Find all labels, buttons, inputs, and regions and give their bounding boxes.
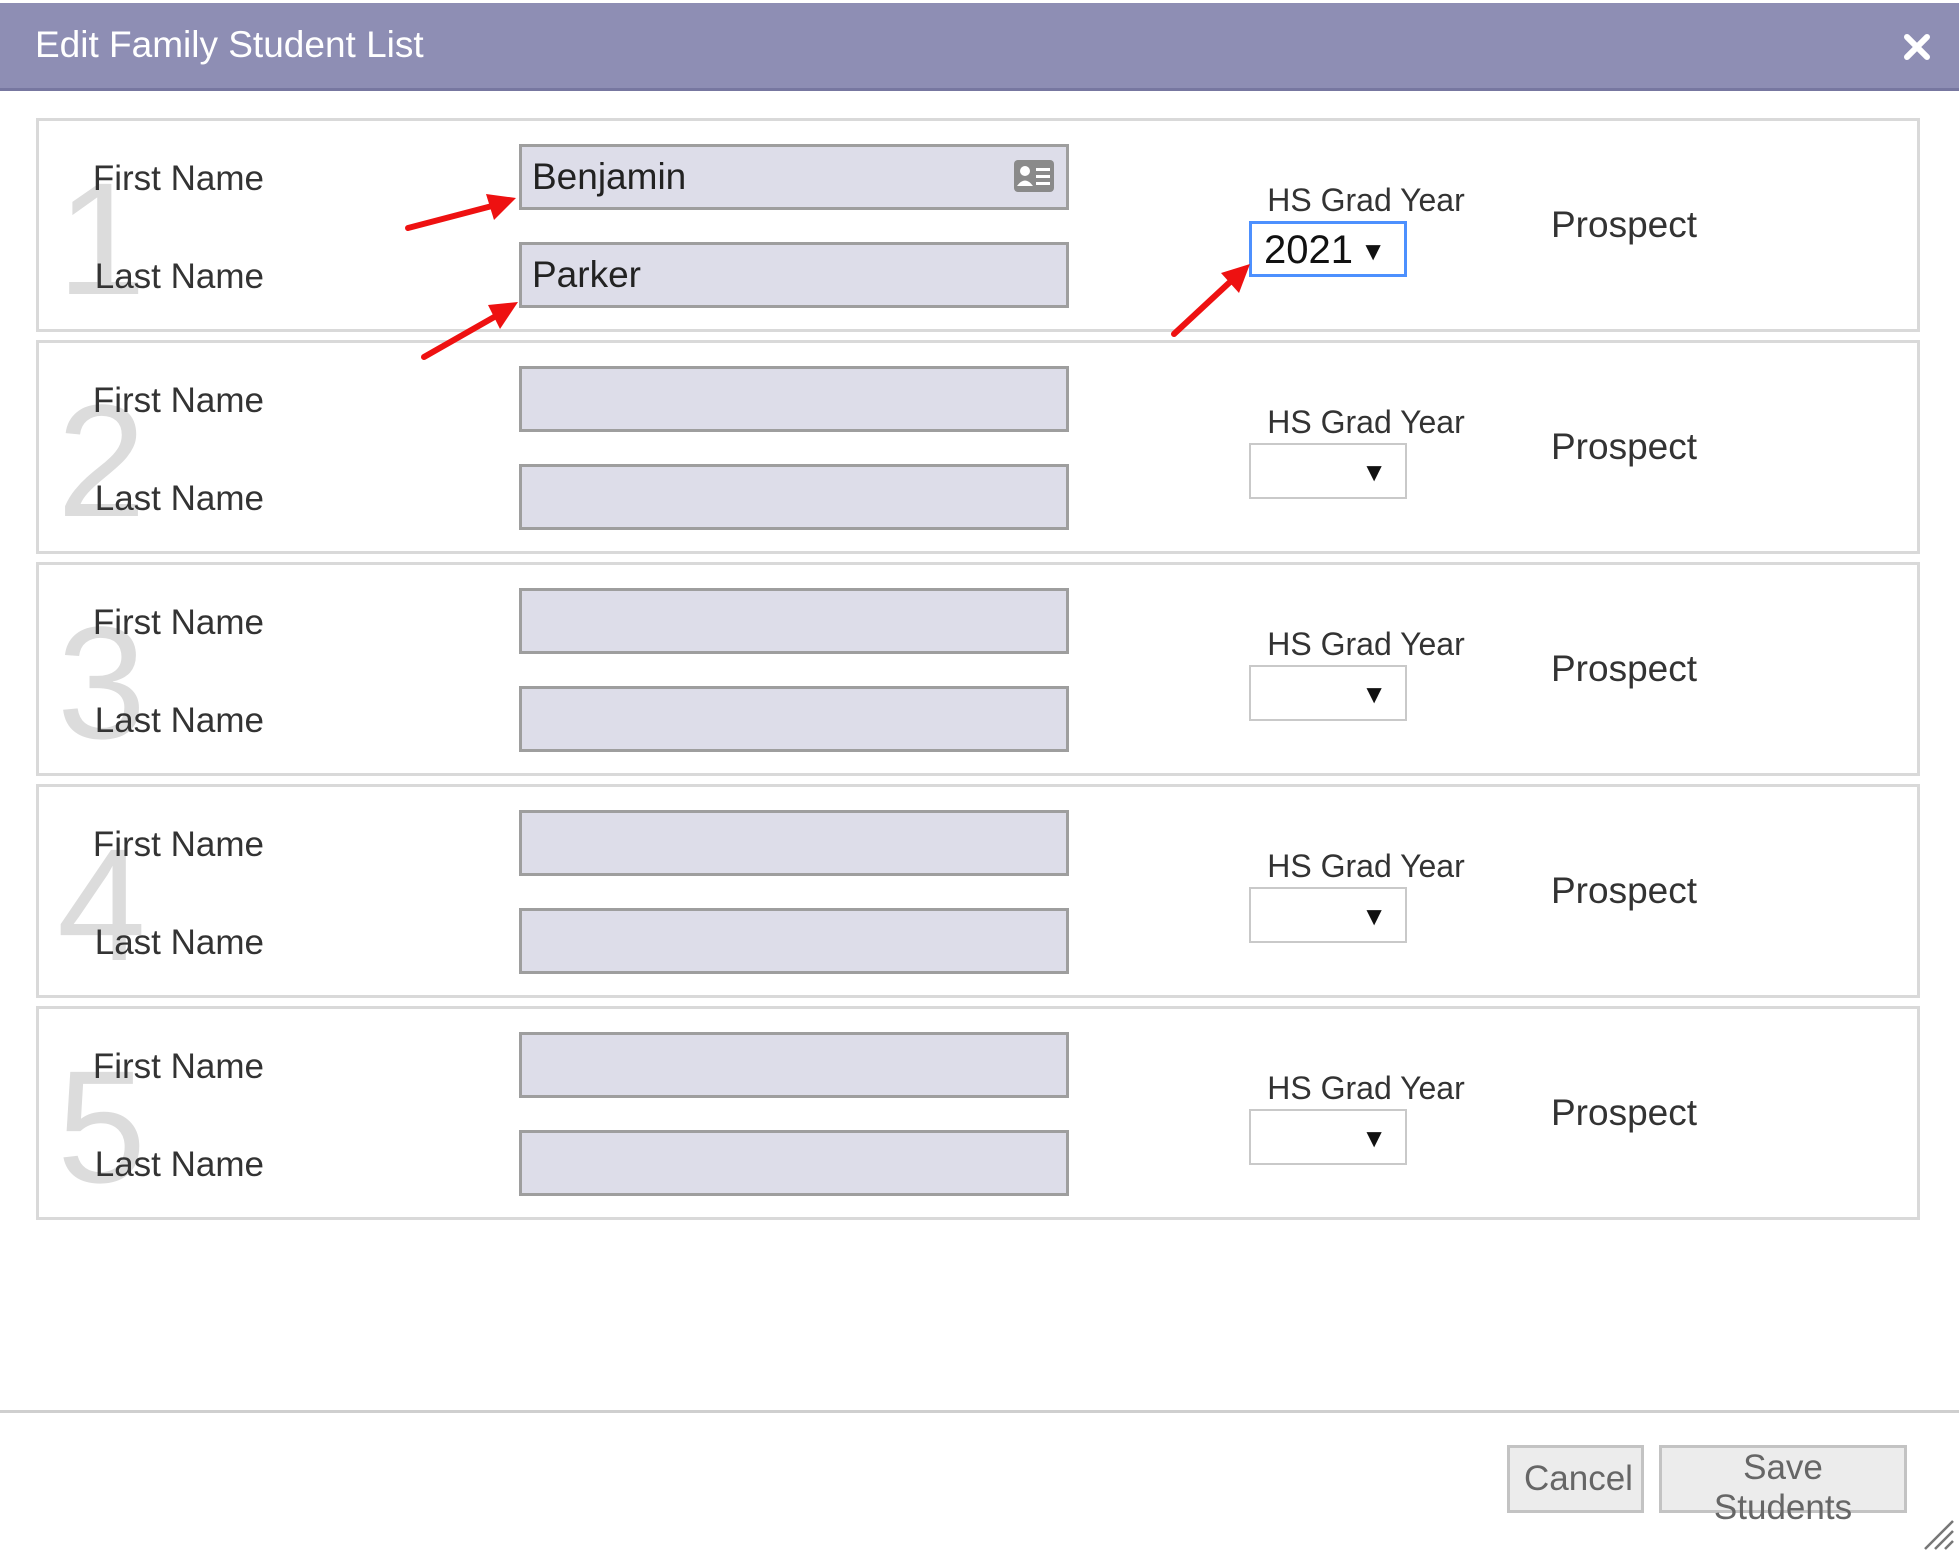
last-name-label: Last Name	[94, 701, 264, 740]
grad-year-value: 2021	[1264, 228, 1353, 272]
first-name-label: First Name	[92, 825, 264, 864]
last-name-input[interactable]	[519, 464, 1069, 530]
footer-divider	[0, 1410, 1959, 1413]
last-name-input[interactable]	[519, 908, 1069, 974]
status-text: Prospect	[1551, 204, 1698, 245]
grad-year-select[interactable]: 2021 ▼	[1249, 221, 1407, 277]
last-name-label: Last Name	[94, 257, 264, 296]
student-row-3: 3 First Name Last Name HS Grad Year ▼ Pr…	[36, 562, 1920, 776]
first-name-input[interactable]	[519, 588, 1069, 654]
grad-year-label: HS Grad Year	[1267, 404, 1465, 440]
status-text: Prospect	[1551, 648, 1698, 689]
last-name-input[interactable]	[519, 1130, 1069, 1196]
save-students-button[interactable]: Save Students	[1659, 1445, 1907, 1527]
first-name-label: First Name	[92, 1047, 264, 1086]
grad-year-select[interactable]: ▼	[1249, 443, 1407, 499]
chevron-down-icon: ▼	[1361, 679, 1387, 709]
student-row-5: 5 First Name Last Name HS Grad Year ▼ Pr…	[36, 1006, 1920, 1220]
first-name-input[interactable]	[519, 810, 1069, 876]
status-text: Prospect	[1551, 426, 1698, 467]
cancel-button[interactable]: Cancel	[1507, 1445, 1644, 1513]
last-name-input[interactable]	[519, 242, 1069, 308]
first-name-input[interactable]	[519, 366, 1069, 432]
resize-grip-icon[interactable]	[1921, 1517, 1955, 1551]
grad-year-label: HS Grad Year	[1267, 182, 1465, 218]
last-name-label: Last Name	[94, 1145, 264, 1184]
student-list: 1 First Name Last Name HS Grad Year 2021…	[0, 91, 1959, 1411]
status-text: Prospect	[1551, 1092, 1698, 1133]
grad-year-select[interactable]: ▼	[1249, 665, 1407, 721]
chevron-down-icon: ▼	[1360, 236, 1386, 266]
grad-year-label: HS Grad Year	[1267, 848, 1465, 884]
close-icon[interactable]	[1897, 27, 1937, 67]
last-name-label: Last Name	[94, 479, 264, 518]
chevron-down-icon: ▼	[1361, 1123, 1387, 1153]
dialog-title: Edit Family Student List	[35, 24, 424, 65]
first-name-label: First Name	[92, 381, 264, 420]
grad-year-select[interactable]: ▼	[1249, 887, 1407, 943]
first-name-label: First Name	[92, 603, 264, 642]
last-name-input[interactable]	[519, 686, 1069, 752]
contact-card-icon[interactable]	[1013, 159, 1055, 193]
student-row-1: 1 First Name Last Name HS Grad Year 2021…	[36, 118, 1920, 332]
student-row-2: 2 First Name Last Name HS Grad Year ▼ Pr…	[36, 340, 1920, 554]
first-name-label: First Name	[92, 159, 264, 198]
student-row-4: 4 First Name Last Name HS Grad Year ▼ Pr…	[36, 784, 1920, 998]
first-name-input[interactable]	[519, 144, 1069, 210]
first-name-input[interactable]	[519, 1032, 1069, 1098]
grad-year-label: HS Grad Year	[1267, 1070, 1465, 1106]
status-text: Prospect	[1551, 870, 1698, 911]
chevron-down-icon: ▼	[1361, 457, 1387, 487]
dialog-header: Edit Family Student List	[0, 3, 1959, 91]
chevron-down-icon: ▼	[1361, 901, 1387, 931]
grad-year-label: HS Grad Year	[1267, 626, 1465, 662]
grad-year-select[interactable]: ▼	[1249, 1109, 1407, 1165]
last-name-label: Last Name	[94, 923, 264, 962]
